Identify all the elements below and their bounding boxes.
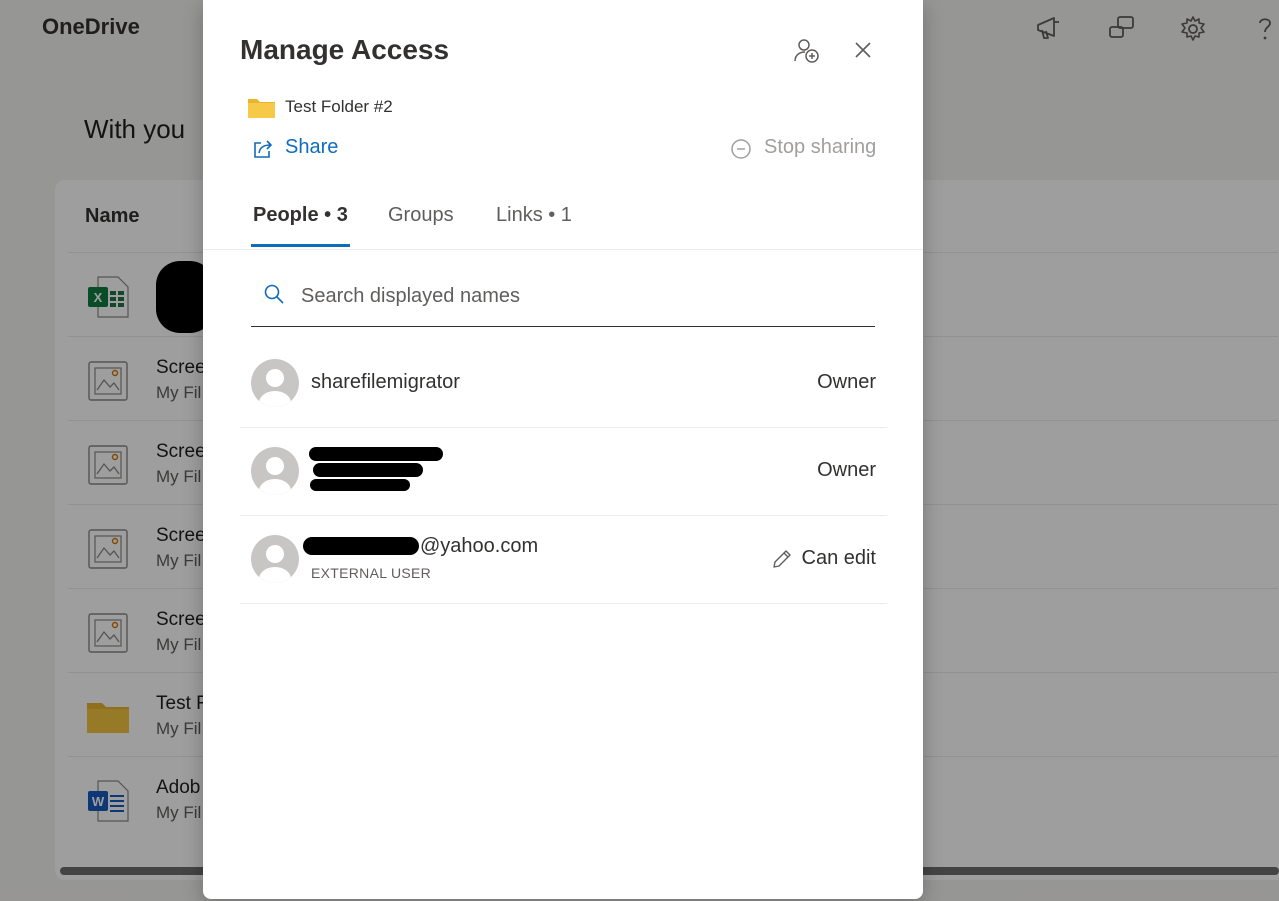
avatar xyxy=(251,535,299,583)
redaction-mark xyxy=(310,479,410,491)
search-icon xyxy=(264,284,284,304)
external-user-label: EXTERNAL USER xyxy=(311,565,432,581)
minus-circle-icon xyxy=(731,139,751,159)
add-person-icon[interactable] xyxy=(792,36,822,66)
permission-label: Can edit xyxy=(801,547,877,569)
person-name: sharefilemigrator xyxy=(311,371,460,393)
active-tab-indicator xyxy=(251,244,350,247)
permission-role[interactable]: Can edit xyxy=(772,547,877,570)
permission-role[interactable]: Owner xyxy=(817,371,876,394)
stop-sharing-button[interactable]: Stop sharing xyxy=(729,135,881,163)
dialog-title: Manage Access xyxy=(240,34,450,65)
pencil-icon xyxy=(772,550,791,568)
search-box xyxy=(251,274,875,327)
redaction-mark xyxy=(313,463,423,477)
close-icon[interactable] xyxy=(848,35,878,65)
person-row[interactable]: @yahoo.com EXTERNAL USER Can edit xyxy=(240,515,887,604)
tab-links[interactable]: Links • 1 xyxy=(496,204,572,227)
stop-sharing-label: Stop sharing xyxy=(764,136,877,158)
redaction-mark xyxy=(309,447,443,461)
share-icon xyxy=(254,140,272,158)
person-email: @yahoo.com xyxy=(420,535,539,557)
person-row[interactable]: sharefilemigrator Owner xyxy=(240,339,887,428)
manage-access-dialog: Manage Access Test Folder #2 Share Stop … xyxy=(203,0,923,899)
access-tabs: People • 3 Groups Links • 1 xyxy=(203,192,923,250)
redaction-mark xyxy=(303,537,419,555)
search-input[interactable] xyxy=(299,278,863,314)
tab-groups[interactable]: Groups xyxy=(388,204,454,227)
person-row[interactable]: Owner xyxy=(240,427,887,516)
avatar xyxy=(251,359,299,407)
tab-people[interactable]: People • 3 xyxy=(253,204,348,227)
share-label: Share xyxy=(285,136,339,158)
avatar xyxy=(251,447,299,495)
folder-icon xyxy=(248,99,275,118)
folder-name: Test Folder #2 xyxy=(285,97,393,116)
permission-role[interactable]: Owner xyxy=(817,459,876,482)
